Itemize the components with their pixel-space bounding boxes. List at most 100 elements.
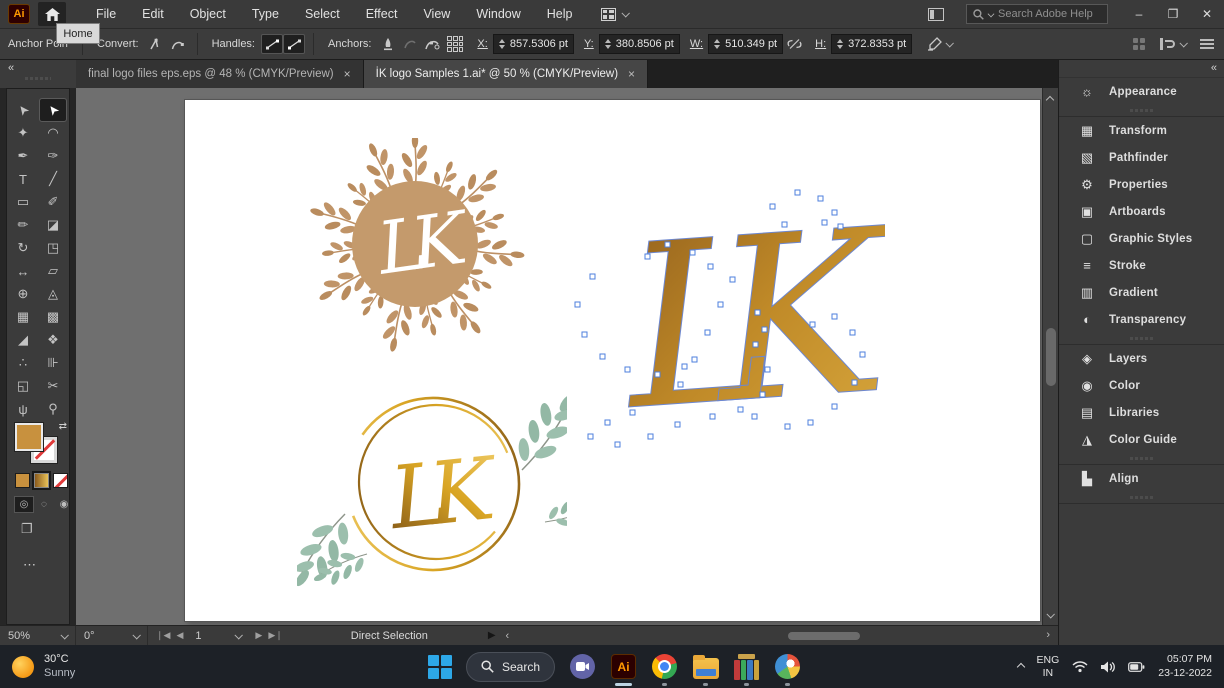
logo-wreath-monogram[interactable]: LK — [295, 138, 535, 363]
tab-final-logo-files[interactable]: final logo files eps.eps @ 48 % (CMYK/Pr… — [76, 60, 364, 88]
menu-effect[interactable]: Effect — [366, 7, 398, 21]
menu-type[interactable]: Type — [252, 7, 279, 21]
menu-window[interactable]: Window — [476, 7, 520, 21]
reference-point-locator[interactable] — [447, 36, 463, 52]
perspective-grid-tool[interactable]: ◬ — [40, 283, 66, 305]
panel-separator[interactable] — [1059, 105, 1224, 117]
menu-file[interactable]: File — [96, 7, 116, 21]
wifi-icon[interactable] — [1072, 661, 1088, 673]
language-indicator[interactable]: ENG IN — [1037, 654, 1060, 679]
cut-path-button[interactable] — [421, 34, 443, 54]
drag-handle[interactable] — [25, 77, 51, 80]
column-graph-tool[interactable]: ⊪ — [40, 352, 66, 374]
width-tool[interactable]: ↔ — [10, 260, 36, 282]
restore-button[interactable]: ❐ — [1156, 0, 1190, 28]
stepper-icon[interactable] — [837, 39, 843, 49]
curvature-tool[interactable]: ✑ — [40, 145, 66, 167]
chevron-down-icon[interactable] — [946, 39, 954, 47]
h-field[interactable]: 372.8353 pt — [831, 34, 912, 54]
hand-tool[interactable]: ψ — [10, 398, 36, 420]
panel-gradient[interactable]: ▥ Gradient — [1059, 279, 1224, 306]
slice-tool[interactable]: ✂ — [40, 375, 66, 397]
panel-graphic-styles[interactable]: ▢ Graphic Styles — [1059, 225, 1224, 252]
panel-menu-icon[interactable] — [1200, 39, 1214, 49]
minimize-button[interactable]: – — [1122, 0, 1156, 28]
remove-anchor-button[interactable] — [377, 34, 399, 54]
style-options-button[interactable] — [924, 34, 946, 54]
panel-separator[interactable] — [1059, 453, 1224, 465]
fill-swatch-gold[interactable] — [15, 423, 43, 451]
free-transform-tool[interactable]: ▱ — [40, 260, 66, 282]
panel-transform[interactable]: ▦ Transform — [1059, 117, 1224, 144]
scroll-right-icon[interactable]: › — [1046, 629, 1050, 641]
draw-inside-button[interactable]: ◉ — [55, 497, 73, 512]
swap-fill-stroke-icon[interactable]: ⇄ — [59, 421, 67, 432]
panel-layers[interactable]: ◈ Layers — [1059, 345, 1224, 372]
volume-icon[interactable] — [1101, 661, 1115, 673]
taskbar-paint[interactable] — [774, 652, 801, 682]
screen-mode-icon[interactable]: ❐ — [21, 521, 33, 537]
taskbar-chrome[interactable] — [651, 652, 678, 682]
stepper-icon[interactable] — [714, 39, 720, 49]
zoom-control[interactable]: 50% — [0, 626, 76, 645]
chevron-down-icon[interactable] — [235, 631, 243, 639]
paintbrush-tool[interactable]: ✐ — [40, 191, 66, 213]
taskbar-illustrator[interactable]: Ai — [610, 652, 637, 682]
workspace-grid-icon[interactable] — [1133, 38, 1145, 50]
panel-appearance[interactable]: ☼ Appearance — [1059, 78, 1224, 105]
zoom-tool[interactable]: ⚲ — [40, 398, 66, 420]
vertical-scrollbar[interactable] — [1042, 88, 1058, 625]
taskbar-winrar[interactable] — [733, 652, 760, 682]
hide-handles-button[interactable] — [283, 34, 305, 54]
scale-tool[interactable]: ◳ — [40, 237, 66, 259]
selected-monogram-letters[interactable]: LK — [613, 182, 885, 461]
draw-behind-button[interactable]: ◌ — [35, 497, 53, 512]
menu-edit[interactable]: Edit — [142, 7, 164, 21]
horizontal-scroll-thumb[interactable] — [788, 632, 860, 640]
shaper-tool[interactable]: ✏ — [10, 214, 36, 236]
line-segment-tool[interactable]: ╱ — [40, 168, 66, 190]
logo-ring-monogram[interactable]: LK — [297, 372, 567, 597]
panel-artboards[interactable]: ▣ Artboards — [1059, 198, 1224, 225]
mesh-tool[interactable]: ▦ — [10, 306, 36, 328]
taskbar-search[interactable]: Search — [466, 652, 555, 682]
tab-close-icon[interactable]: × — [628, 67, 635, 81]
scroll-down-icon[interactable] — [1047, 605, 1053, 623]
color-button[interactable] — [15, 473, 30, 488]
eyedropper-tool[interactable]: ◢ — [10, 329, 36, 351]
start-button[interactable] — [428, 655, 452, 679]
adobe-help-search[interactable]: Search Adobe Help — [966, 4, 1108, 24]
rectangle-tool[interactable]: ▭ — [10, 191, 36, 213]
status-flyout-icon[interactable]: ▶ — [488, 630, 496, 641]
weather-widget[interactable]: 30°C Sunny — [12, 653, 75, 681]
magic-wand-tool[interactable]: ✦ — [10, 122, 36, 144]
rotation-control[interactable]: 0° — [76, 626, 148, 645]
taskbar-file-explorer[interactable] — [692, 652, 719, 682]
pen-tool[interactable]: ✒ — [10, 145, 36, 167]
collapse-tools-icon[interactable]: « — [8, 62, 13, 74]
tab-close-icon[interactable]: × — [344, 67, 351, 81]
rotate-tool[interactable]: ↻ — [10, 237, 36, 259]
artboard-number[interactable]: 1 — [189, 630, 229, 642]
gradient-tool[interactable]: ▩ — [40, 306, 66, 328]
panel-color-guide[interactable]: ◮ Color Guide — [1059, 426, 1224, 453]
panel-properties[interactable]: ⚙ Properties — [1059, 171, 1224, 198]
panel-separator[interactable] — [1059, 492, 1224, 504]
panel-libraries[interactable]: ▤ Libraries — [1059, 399, 1224, 426]
draw-normal-button[interactable]: ◎ — [15, 497, 33, 512]
y-field[interactable]: 380.8506 pt — [599, 34, 680, 54]
direct-selection-tool[interactable]: ➤ — [40, 99, 66, 121]
arrange-documents-icon[interactable] — [928, 8, 944, 21]
next-artboard-button[interactable]: ▶ — [255, 630, 262, 641]
previous-artboard-button[interactable]: ◀ — [176, 630, 183, 641]
stepper-icon[interactable] — [499, 39, 505, 49]
menu-object[interactable]: Object — [190, 7, 226, 21]
convert-to-corner-button[interactable] — [145, 34, 167, 54]
close-button[interactable]: ✕ — [1190, 0, 1224, 28]
eraser-tool[interactable]: ◪ — [40, 214, 66, 236]
panel-align[interactable]: ▙ Align — [1059, 465, 1224, 492]
edit-toolbar-icon[interactable]: ⋯ — [23, 557, 37, 573]
show-handles-button[interactable] — [261, 34, 283, 54]
logo-selected-monogram[interactable]: LK — [570, 182, 885, 462]
status-collapse-icon[interactable]: ‹ — [506, 630, 510, 642]
